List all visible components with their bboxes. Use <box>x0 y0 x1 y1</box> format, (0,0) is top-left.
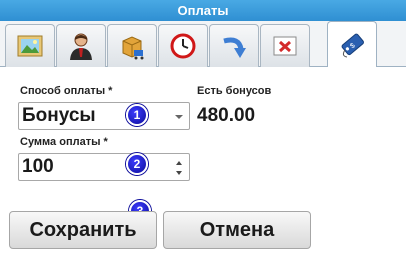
price-tag-icon: $ <box>341 33 364 58</box>
tab-strip: $ <box>0 21 406 68</box>
payment-method-select[interactable]: Бонусы <box>18 102 190 130</box>
tab-payments[interactable]: $ <box>327 21 377 68</box>
delete-icon <box>273 36 297 56</box>
chevron-down-icon[interactable] <box>175 115 183 119</box>
tab-image[interactable] <box>5 24 55 67</box>
amount-input[interactable]: 100 <box>18 153 190 181</box>
stepper-up-icon[interactable] <box>176 161 182 165</box>
tab-products[interactable] <box>107 24 157 67</box>
image-icon <box>17 35 43 57</box>
amount-label: Сумма оплаты * <box>20 136 108 148</box>
tab-delete[interactable] <box>260 24 310 67</box>
box-cart-icon <box>122 36 144 60</box>
tab-return[interactable] <box>209 24 259 67</box>
bonus-label: Есть бонусов <box>197 85 272 97</box>
stepper-down-icon[interactable] <box>176 171 182 175</box>
clock-icon <box>170 33 196 59</box>
bonus-amount: 480.00 <box>197 105 256 126</box>
tab-clock[interactable] <box>158 24 208 67</box>
return-arrow-icon <box>223 37 246 58</box>
window-title: Оплаты <box>0 0 406 21</box>
save-button[interactable]: Сохранить <box>9 211 157 249</box>
step-marker-2: 2 <box>126 153 148 175</box>
step-marker-1: 1 <box>126 104 148 126</box>
tab-person[interactable] <box>56 24 106 67</box>
person-icon <box>70 33 92 60</box>
amount-value: 100 <box>22 156 54 177</box>
cancel-button[interactable]: Отмена <box>163 211 311 249</box>
payment-method-value: Бонусы <box>22 105 96 126</box>
payment-form: Способ оплаты * Есть бонусов Бонусы 480.… <box>0 67 406 255</box>
payment-method-label: Способ оплаты * <box>20 85 113 97</box>
